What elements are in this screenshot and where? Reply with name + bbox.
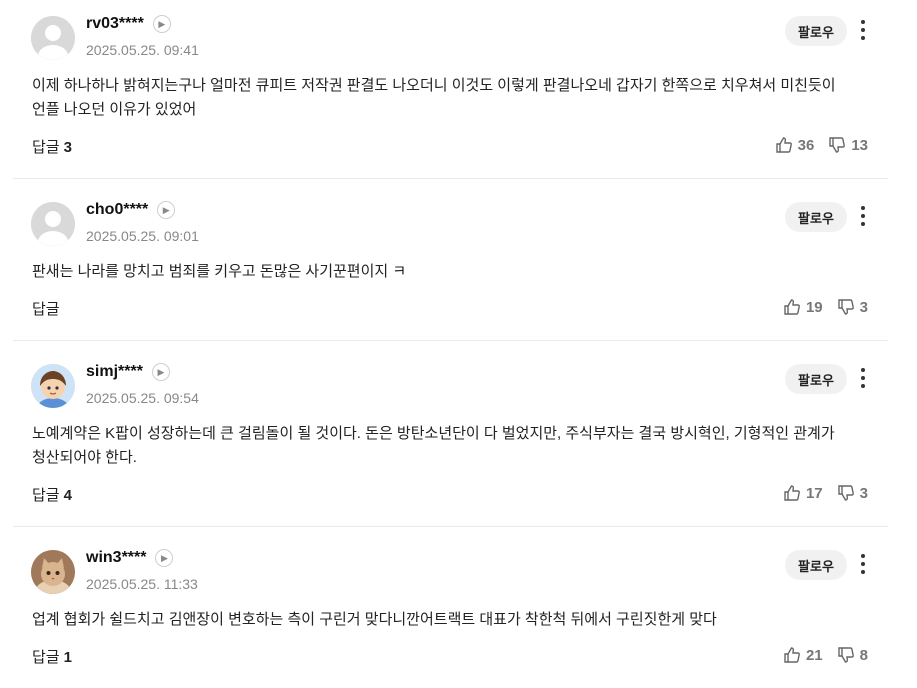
chevron-right-icon[interactable]: ▶ xyxy=(151,363,170,381)
dislike-button[interactable]: 13 xyxy=(828,136,868,154)
thumbs-down-icon xyxy=(837,647,854,663)
like-button[interactable]: 36 xyxy=(775,136,815,154)
like-button[interactable]: 19 xyxy=(783,298,823,316)
like-count: 19 xyxy=(805,298,823,316)
dislike-button[interactable]: 3 xyxy=(837,298,868,316)
divider xyxy=(13,526,888,527)
reply-count: 1 xyxy=(63,649,72,666)
username[interactable]: cho0**** ▶ xyxy=(86,201,176,219)
chevron-right-icon[interactable]: ▶ xyxy=(152,15,171,33)
follow-button[interactable]: 팔로우 xyxy=(785,16,847,46)
username-text: simj**** xyxy=(86,363,143,380)
comment-item: cho0**** ▶ 2025.05.25. 09:01 팔로우 판새는 나라를… xyxy=(13,201,888,332)
thumbs-down-icon xyxy=(829,137,846,153)
comment-item: win3**** ▶ 2025.05.25. 11:33 팔로우 업계 협회가 … xyxy=(13,549,888,680)
like-count: 17 xyxy=(805,484,823,502)
like-count: 21 xyxy=(805,646,823,664)
divider xyxy=(13,178,888,179)
follow-button[interactable]: 팔로우 xyxy=(785,364,847,394)
follow-button[interactable]: 팔로우 xyxy=(785,550,847,580)
thumbs-down-icon xyxy=(837,299,854,315)
dislike-count: 3 xyxy=(859,298,868,316)
more-options-icon[interactable] xyxy=(853,204,873,228)
more-options-icon[interactable] xyxy=(853,366,873,390)
divider xyxy=(13,340,888,341)
reply-button[interactable]: 답글 3 xyxy=(32,136,72,157)
dislike-button[interactable]: 8 xyxy=(837,646,868,664)
vote-group: 17 3 xyxy=(783,484,868,502)
reply-count: 4 xyxy=(63,487,72,504)
vote-group: 19 3 xyxy=(783,298,868,316)
reply-count: 3 xyxy=(63,139,72,156)
reply-label: 답글 xyxy=(32,139,60,156)
reply-button[interactable]: 답글 4 xyxy=(32,484,72,505)
username[interactable]: simj**** ▶ xyxy=(86,363,170,381)
like-button[interactable]: 21 xyxy=(783,646,823,664)
comment-text: 이제 하나하나 밝혀지는구나 얼마전 큐피트 저작권 판결도 나오더니 이것도 … xyxy=(32,77,836,118)
comment-text: 판새는 나라를 망치고 범죄를 키우고 돈많은 사기꾼편이지 ㅋ xyxy=(32,263,407,280)
comment-date: 2025.05.25. 09:41 xyxy=(86,42,199,58)
like-count: 36 xyxy=(797,136,815,154)
reply-button[interactable]: 답글 1 xyxy=(32,646,72,667)
chevron-right-icon[interactable]: ▶ xyxy=(155,549,174,567)
vote-group: 21 8 xyxy=(783,646,868,664)
avatar[interactable] xyxy=(31,16,75,60)
username[interactable]: rv03**** ▶ xyxy=(86,15,171,33)
comment-text: 업계 협회가 쉴드치고 김앤장이 변호하는 측이 구린거 맞다니깐어트랙트 대표… xyxy=(32,611,717,628)
vote-group: 36 13 xyxy=(775,136,868,154)
dislike-button[interactable]: 3 xyxy=(837,484,868,502)
avatar[interactable] xyxy=(31,364,75,408)
comment-item: simj**** ▶ 2025.05.25. 09:54 팔로우 노예계약은 K… xyxy=(13,363,888,514)
comment-date: 2025.05.25. 11:33 xyxy=(86,576,198,592)
comment-date: 2025.05.25. 09:01 xyxy=(86,228,199,244)
thumbs-up-icon xyxy=(775,137,792,153)
dislike-count: 3 xyxy=(859,484,868,502)
dislike-count: 13 xyxy=(851,136,868,154)
dislike-count: 8 xyxy=(859,646,868,664)
thumbs-up-icon xyxy=(784,299,800,315)
more-options-icon[interactable] xyxy=(853,18,873,42)
more-options-icon[interactable] xyxy=(853,552,873,576)
reply-label: 답글 xyxy=(32,649,60,666)
username-text: cho0**** xyxy=(86,201,149,218)
reply-label: 답글 xyxy=(32,487,60,504)
thumbs-up-icon xyxy=(784,647,800,663)
comment-date: 2025.05.25. 09:54 xyxy=(86,390,199,406)
username-text: win3**** xyxy=(86,549,147,566)
username-text: rv03**** xyxy=(86,15,144,32)
username[interactable]: win3**** ▶ xyxy=(86,549,174,567)
avatar[interactable] xyxy=(31,550,75,594)
avatar[interactable] xyxy=(31,202,75,246)
comment-text: 노예계약은 K팝이 성장하는데 큰 걸림돌이 될 것이다. 돈은 방탄소년단이 … xyxy=(32,425,835,466)
thumbs-up-icon xyxy=(784,485,800,501)
reply-button[interactable]: 답글 xyxy=(32,298,64,319)
like-button[interactable]: 17 xyxy=(783,484,823,502)
comment-item: rv03**** ▶ 2025.05.25. 09:41 팔로우 이제 하나하나… xyxy=(13,15,888,166)
follow-button[interactable]: 팔로우 xyxy=(785,202,847,232)
chevron-right-icon[interactable]: ▶ xyxy=(157,201,176,219)
reply-label: 답글 xyxy=(32,301,60,318)
thumbs-down-icon xyxy=(837,485,854,501)
